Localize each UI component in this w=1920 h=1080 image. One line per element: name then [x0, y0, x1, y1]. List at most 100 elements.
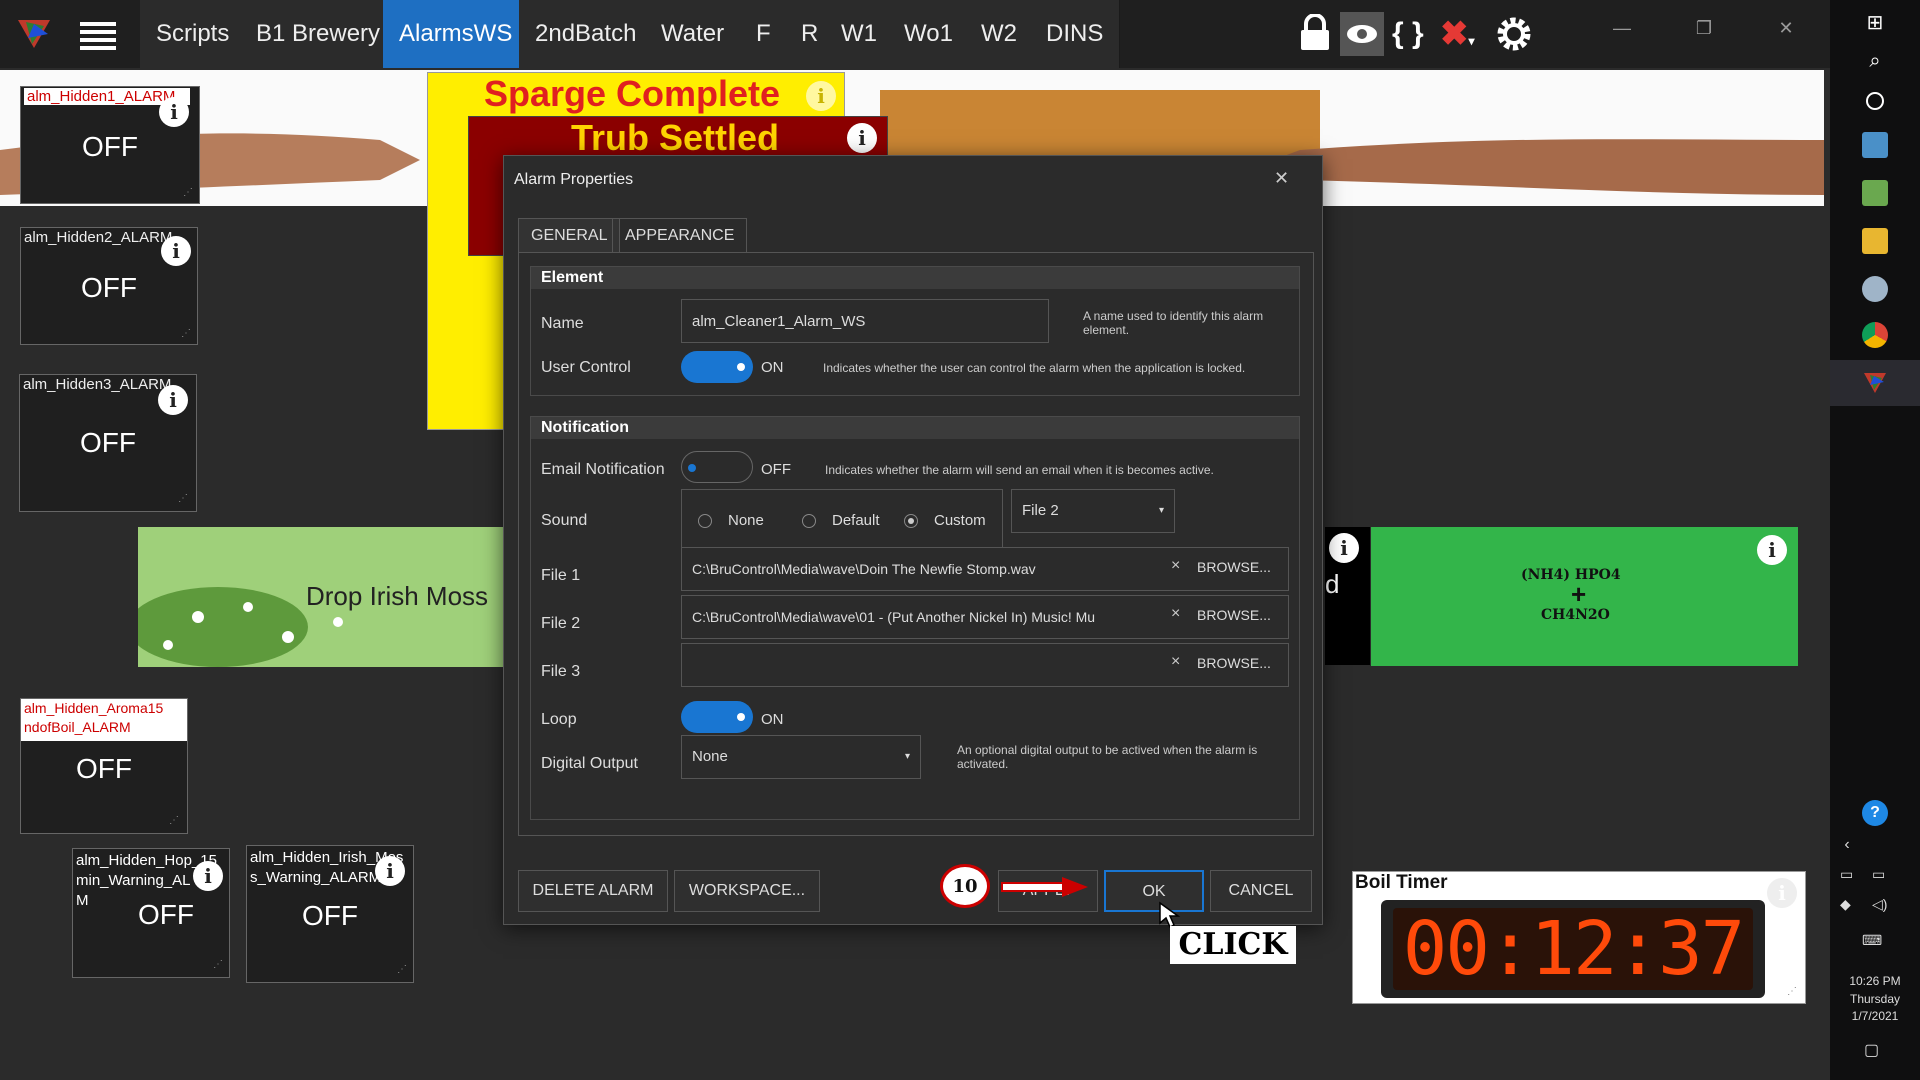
- info-icon[interactable]: i: [158, 385, 188, 415]
- sound-default-radio[interactable]: [802, 514, 816, 528]
- resize-handle-icon[interactable]: ⋰: [397, 964, 409, 976]
- search-icon[interactable]: ⌕: [1862, 50, 1888, 76]
- notification-center-icon[interactable]: ▢: [1864, 1040, 1879, 1060]
- resize-handle-icon[interactable]: ⋰: [213, 959, 225, 971]
- name-input[interactable]: [681, 299, 1049, 343]
- minimize-button[interactable]: —: [1610, 18, 1634, 42]
- tab-dins[interactable]: DINS: [1030, 0, 1121, 68]
- file3-clear-icon[interactable]: ×: [1171, 653, 1180, 671]
- help-icon[interactable]: ?: [1862, 800, 1888, 826]
- mouse-cursor-icon: [1158, 901, 1182, 929]
- app-icon[interactable]: [1862, 132, 1888, 158]
- alarm-widget-hidden2[interactable]: alm_Hidden2_ALARM i OFF ⋰: [20, 227, 198, 345]
- info-icon[interactable]: i: [806, 81, 836, 111]
- sound-radio-group: None Default Custom: [681, 489, 1003, 551]
- file2-clear-icon[interactable]: ×: [1171, 605, 1180, 623]
- boil-timer-widget[interactable]: Boil Timer i 00:12:37 ⋰: [1352, 871, 1806, 1004]
- irish-moss-alarm-widget[interactable]: Drop Irish Moss: [138, 527, 503, 667]
- restore-button[interactable]: ❐: [1692, 18, 1716, 42]
- file1-browse-button[interactable]: BROWSE...: [1197, 559, 1271, 575]
- file-explorer-icon[interactable]: [1862, 228, 1888, 254]
- tab-general[interactable]: GENERAL: [518, 218, 621, 252]
- menu-icon[interactable]: [80, 18, 116, 50]
- tab-appearance[interactable]: APPEARANCE: [612, 218, 748, 252]
- app-logo-icon[interactable]: [14, 16, 54, 52]
- brucontrol-icon[interactable]: [1862, 370, 1888, 396]
- info-icon[interactable]: i: [375, 856, 405, 886]
- close-x-icon[interactable]: ✖▾: [1440, 14, 1480, 54]
- alarm-widget-hidden3[interactable]: alm_Hidden3_ALARM i OFF ⋰: [19, 374, 197, 512]
- sound-custom-radio[interactable]: [904, 514, 918, 528]
- volume-icon[interactable]: ◁): [1872, 896, 1887, 913]
- dropbox-icon[interactable]: ◆: [1840, 896, 1851, 913]
- dialog-close-button[interactable]: ✕: [1274, 168, 1289, 189]
- sound-file-select[interactable]: File 2 ▾: [1011, 489, 1175, 533]
- click-annotation-label: CLICK: [1170, 926, 1296, 964]
- tab-w1[interactable]: W1: [825, 0, 894, 68]
- tab-alarmsws[interactable]: AlarmsWS: [383, 0, 530, 68]
- alarm-widget-hop[interactable]: alm_Hidden_Hop_15 min_Warning_AL M i OFF ⋰: [72, 848, 230, 978]
- alarm-widget-aroma[interactable]: alm_Hidden_Aroma15 ndofBoil_ALARM OFF ⋰: [20, 698, 188, 834]
- tab-f[interactable]: F: [740, 0, 788, 68]
- loop-toggle[interactable]: [681, 701, 753, 733]
- tab-w2[interactable]: W2: [965, 0, 1034, 68]
- timer-digits: 00:12:37: [1393, 908, 1753, 990]
- sound-custom-label: Custom: [934, 512, 986, 529]
- resize-handle-icon[interactable]: ⋰: [181, 328, 193, 340]
- resize-handle-icon[interactable]: ⋰: [1787, 986, 1799, 998]
- notepad-icon[interactable]: [1862, 180, 1888, 206]
- info-icon[interactable]: i: [159, 97, 189, 127]
- alarm-properties-dialog: Alarm Properties ✕ GENERAL APPEARANCE El…: [503, 155, 1323, 925]
- chevron-left-icon[interactable]: ‹: [1842, 836, 1852, 854]
- tab-wo1[interactable]: Wo1: [888, 0, 970, 68]
- cancel-button[interactable]: CANCEL: [1210, 870, 1312, 912]
- eye-icon[interactable]: [1340, 12, 1384, 56]
- alarm-state-value: OFF: [81, 272, 137, 303]
- file2-browse-button[interactable]: BROWSE...: [1197, 607, 1271, 623]
- windows-start-icon[interactable]: ⊞: [1862, 10, 1888, 36]
- chrome-icon[interactable]: [1862, 322, 1888, 348]
- tab-water[interactable]: Water: [645, 0, 742, 68]
- email-notification-toggle[interactable]: [681, 451, 753, 483]
- cortana-icon[interactable]: [1862, 88, 1888, 114]
- info-icon[interactable]: i: [161, 236, 191, 266]
- gear-icon[interactable]: [1494, 14, 1534, 54]
- resize-handle-icon[interactable]: ⋰: [169, 815, 181, 827]
- delete-alarm-button[interactable]: DELETE ALARM: [518, 870, 668, 912]
- file3-browse-button[interactable]: BROWSE...: [1197, 655, 1271, 671]
- info-icon[interactable]: i: [1767, 878, 1797, 908]
- resize-handle-icon[interactable]: ⋰: [183, 187, 195, 199]
- clock-time[interactable]: 10:26 PM: [1840, 974, 1910, 988]
- braces-icon[interactable]: { }: [1392, 14, 1432, 54]
- ok-button[interactable]: OK: [1104, 870, 1204, 912]
- workspace-button[interactable]: WORKSPACE...: [674, 870, 820, 912]
- keyboard-icon[interactable]: ⌨: [1862, 932, 1882, 949]
- alarm-widget-name: alm_Hidden3_ALARM: [23, 376, 172, 393]
- info-icon[interactable]: i: [847, 123, 877, 153]
- sound-none-radio[interactable]: [698, 514, 712, 528]
- clock-day: Thursday: [1849, 992, 1901, 1006]
- section-heading: Element: [531, 267, 1299, 289]
- app-icon[interactable]: [1862, 276, 1888, 302]
- alarm-widget-irish-moss[interactable]: alm_Hidden_Irish_Mos s_Warning_ALARM i OF…: [246, 845, 414, 983]
- info-icon[interactable]: i: [193, 861, 223, 891]
- info-icon[interactable]: i: [1329, 533, 1359, 563]
- user-control-toggle[interactable]: [681, 351, 753, 383]
- alarm-state-value: OFF: [76, 753, 132, 784]
- tab-scripts[interactable]: Scripts: [140, 0, 247, 68]
- tab-2ndbatch[interactable]: 2ndBatch: [519, 0, 654, 68]
- partial-label: d: [1325, 569, 1340, 599]
- battery-icon[interactable]: ▭: [1872, 866, 1885, 883]
- alarm-widget-name: ndofBoil_ALARM: [24, 719, 131, 735]
- file1-clear-icon[interactable]: ×: [1171, 557, 1180, 575]
- resize-handle-icon[interactable]: ⋰: [178, 493, 190, 505]
- nutrient-alarm-widget[interactable]: i (NH4) HPO4 + CH4N2O: [1371, 527, 1798, 666]
- alarm-widget-hidden1[interactable]: alm_Hidden1_ALARM i OFF ⋰: [20, 86, 200, 204]
- window-close-button[interactable]: ✕: [1774, 18, 1798, 42]
- partial-alarm-widget[interactable]: i d: [1325, 527, 1370, 665]
- info-icon[interactable]: i: [1757, 535, 1787, 565]
- lock-icon[interactable]: [1298, 13, 1338, 54]
- tray-icon[interactable]: ▭: [1840, 866, 1853, 883]
- digital-output-select[interactable]: None ▾: [681, 735, 921, 779]
- tab-b1-brewery[interactable]: B1 Brewery: [240, 0, 398, 68]
